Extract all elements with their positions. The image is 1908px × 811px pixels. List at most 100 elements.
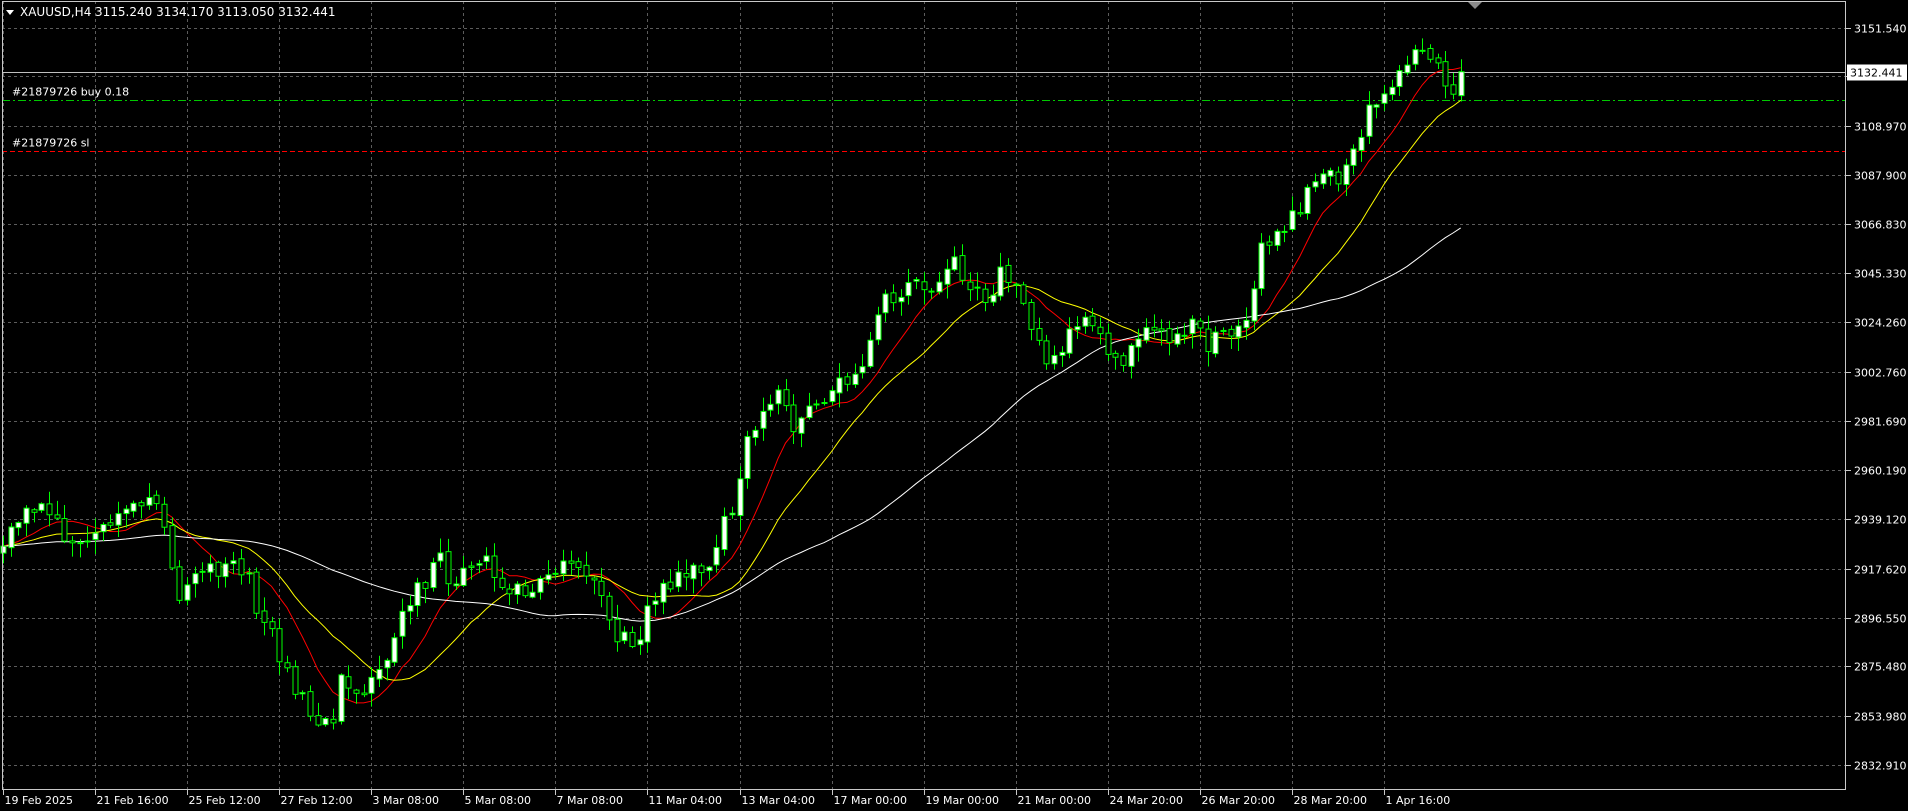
candle-body-bull [1051, 354, 1058, 365]
candle-body-bull [744, 436, 751, 479]
candle[interactable] [1020, 281, 1027, 306]
candle-body-bear [238, 558, 245, 576]
candle-body-bull [299, 692, 306, 695]
x-tick-label: 3 Mar 08:00 [373, 794, 439, 807]
candle-body-bull [230, 560, 237, 565]
candle-body-bear [506, 588, 513, 595]
candle-body-bear [330, 718, 337, 724]
candle-body-bull [222, 563, 229, 578]
y-tick-label: 2960.190 [1854, 465, 1907, 478]
candle-body-bear [1158, 328, 1165, 332]
candle-body-bull [1281, 230, 1288, 233]
candle-body-bear [1020, 284, 1027, 304]
y-tick-label: 3002.760 [1854, 367, 1907, 380]
candle-body-bull [1419, 49, 1426, 52]
candle-body-bear [667, 581, 674, 590]
candle-body-bull [1274, 230, 1281, 246]
candle-body-bear [1427, 47, 1434, 60]
candle-body-bull [184, 584, 191, 601]
y-tick-label: 3024.260 [1854, 317, 1907, 330]
candle[interactable] [338, 673, 345, 725]
candle-body-bull [637, 639, 644, 646]
candle-body-bull [875, 314, 882, 341]
candle-body-bear [1105, 332, 1112, 355]
candle-body-bull [644, 605, 651, 643]
y-tick-label: 2832.910 [1854, 760, 1907, 773]
candle-body-bull [207, 563, 214, 573]
candle-body-bear [1205, 328, 1212, 353]
price-chart[interactable]: #21879726 buy 0.18 #21879726 sl 3151.540 3… [0, 0, 1908, 811]
candle-body-bull [368, 676, 375, 694]
y-tick-label: 2939.120 [1854, 514, 1907, 527]
candle-body-bear [813, 403, 820, 406]
candle-body-bull [1396, 70, 1403, 88]
candle-body-bear [253, 571, 260, 614]
candle-body-bull [552, 572, 559, 575]
y-tick-label: 3108.970 [1854, 121, 1907, 134]
candle-body-bear [261, 610, 268, 623]
candle-body-bull [806, 405, 813, 419]
candle[interactable] [169, 517, 176, 571]
candle-body-bull [1350, 148, 1357, 166]
candle-body-bull [399, 610, 406, 637]
x-tick-label: 25 Feb 12:00 [189, 794, 261, 807]
candle-body-bear [1166, 328, 1173, 343]
candle-body-bear [522, 585, 529, 597]
candle-body-bull [1404, 64, 1411, 74]
x-tick-label: 26 Mar 20:00 [1202, 794, 1275, 807]
candle-body-bear [844, 376, 851, 385]
y-tick-label: 3045.330 [1854, 268, 1907, 281]
candle-body-bull [1082, 316, 1089, 327]
candle-body-bear [361, 692, 368, 696]
candle-body-bear [1005, 264, 1012, 283]
candle-body-bear [499, 577, 506, 588]
candle-body-bull [1251, 288, 1258, 322]
x-tick-label: 21 Mar 00:00 [1018, 794, 1091, 807]
candle-body-bull [928, 290, 935, 293]
candle-body-bull [1074, 326, 1081, 331]
candle-body-bull [867, 339, 874, 367]
symbol-label: XAUUSD,H4 [20, 5, 91, 19]
candle-body-bull [430, 562, 437, 589]
candle-body-bull [775, 389, 782, 405]
candle-body-bear [138, 502, 145, 507]
candle-body-bull [821, 402, 828, 405]
candle-body-bull [0, 545, 7, 554]
candle[interactable] [430, 557, 437, 592]
x-tick-label: 5 Mar 08:00 [465, 794, 531, 807]
candle[interactable] [176, 560, 183, 604]
candle-body-bull [38, 503, 45, 511]
candle-body-bull [338, 674, 345, 722]
candle-body-bear [629, 632, 636, 648]
candle-body-bull [951, 256, 958, 271]
candle-body-bull [514, 583, 521, 595]
candle-body-bull [483, 555, 490, 562]
candle-body-bull [8, 526, 15, 549]
candle-body-bull [1181, 334, 1188, 337]
candle[interactable] [391, 632, 398, 667]
candle-body-bull [652, 600, 659, 605]
candle-body-bull [690, 564, 697, 580]
candle-body-bear [107, 522, 114, 526]
candle-body-bull [721, 515, 728, 550]
candle-body-bear [583, 564, 590, 577]
candle-body-bull [936, 281, 943, 293]
candle[interactable] [253, 567, 260, 619]
candle-body-bull [384, 659, 391, 669]
candle-body-bear [31, 509, 38, 513]
x-tick-label: 7 Mar 08:00 [557, 794, 623, 807]
candle-body-bull [414, 582, 421, 606]
candle-body-bull [391, 637, 398, 663]
candle-body-bull [829, 390, 836, 403]
candle-body-bear [606, 595, 613, 621]
candle-body-bull [713, 547, 720, 566]
candle-body-bull [767, 403, 774, 411]
candle-body-bull [460, 567, 467, 586]
candle-body-bull [852, 373, 859, 386]
candle-body-bull [1059, 351, 1066, 356]
candle-body-bear [568, 560, 575, 564]
candle-body-bear [959, 255, 966, 281]
ohlc-readout: 3115.240 3134.170 3113.050 3132.441 [95, 5, 335, 19]
candle-body-bull [407, 605, 414, 612]
candle-body-bear [153, 494, 160, 505]
